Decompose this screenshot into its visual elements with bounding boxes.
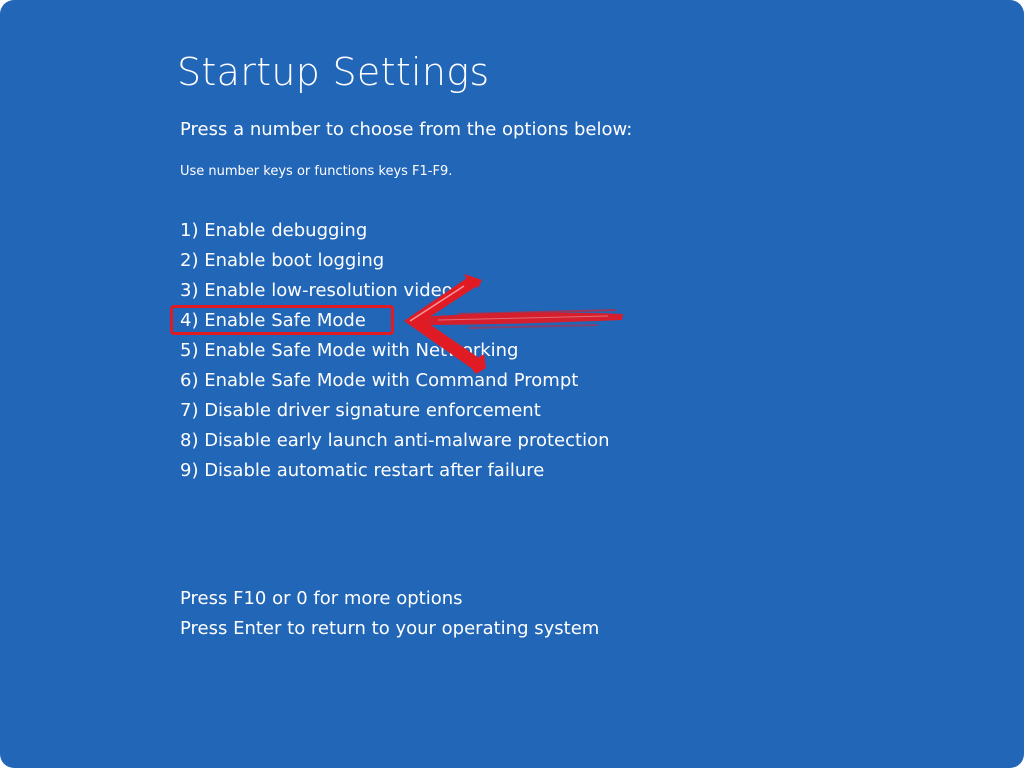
option-disable-driver-signature[interactable]: 7) Disable driver signature enforcement <box>180 396 610 426</box>
options-list: 1) Enable debugging 2) Enable boot loggi… <box>180 216 610 486</box>
option-enable-debugging[interactable]: 1) Enable debugging <box>180 216 610 246</box>
option-disable-automatic-restart[interactable]: 9) Disable automatic restart after failu… <box>180 456 610 486</box>
option-enable-low-resolution-video[interactable]: 3) Enable low-resolution video <box>180 276 610 306</box>
option-enable-safe-mode-networking[interactable]: 5) Enable Safe Mode with Networking <box>180 336 610 366</box>
startup-settings-screen: Startup Settings Press a number to choos… <box>0 0 1024 768</box>
instruction-text: Press a number to choose from the option… <box>180 119 633 140</box>
page-title: Startup Settings <box>177 50 490 94</box>
option-disable-early-launch-antimalware[interactable]: 8) Disable early launch anti-malware pro… <box>180 426 610 456</box>
footer-instructions: Press F10 or 0 for more options Press En… <box>180 584 599 644</box>
option-enable-boot-logging[interactable]: 2) Enable boot logging <box>180 246 610 276</box>
option-enable-safe-mode-command-prompt[interactable]: 6) Enable Safe Mode with Command Prompt <box>180 366 610 396</box>
more-options-text: Press F10 or 0 for more options <box>180 588 463 609</box>
hint-text: Use number keys or functions keys F1-F9. <box>180 164 453 179</box>
return-to-os-text: Press Enter to return to your operating … <box>180 618 600 639</box>
option-enable-safe-mode[interactable]: 4) Enable Safe Mode <box>180 306 610 336</box>
